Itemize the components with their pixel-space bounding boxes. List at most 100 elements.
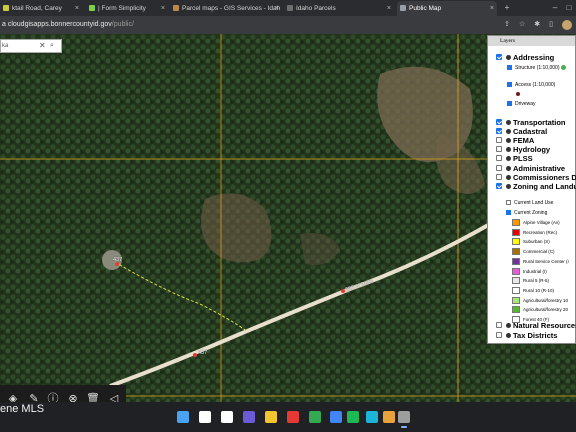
sublayer-checkbox[interactable] xyxy=(506,210,511,215)
layer-group-administrative[interactable]: Administrative xyxy=(487,164,576,173)
sublayer-checkbox[interactable] xyxy=(507,82,512,87)
tab-label: ktail Road, Carey xyxy=(12,5,62,12)
close-icon[interactable]: × xyxy=(75,1,79,16)
search-icon[interactable] xyxy=(199,411,211,423)
sidebar-icon[interactable]: ▯ xyxy=(549,18,553,32)
layer-group-cadastral[interactable]: Cadastral xyxy=(487,127,576,136)
legend-label: Commercial (C) xyxy=(523,249,555,255)
expand-bullet-icon[interactable] xyxy=(506,120,511,125)
browser-tab[interactable]: Parcel maps - GIS Services - Idah × xyxy=(170,1,282,16)
layer-checkbox[interactable] xyxy=(496,183,502,189)
expand-bullet-icon[interactable] xyxy=(506,156,511,161)
layer-group-fema[interactable]: FEMA xyxy=(487,136,576,145)
extensions-icon[interactable]: ✱ xyxy=(534,18,540,32)
tab-label: Public Map xyxy=(409,5,442,12)
layer-group-label: FEMA xyxy=(513,136,535,145)
layer-group-label: Transportation xyxy=(513,118,566,127)
teams-icon[interactable] xyxy=(243,411,255,423)
close-icon[interactable]: × xyxy=(275,1,279,16)
task-view-icon[interactable] xyxy=(221,411,233,423)
spotify-icon[interactable] xyxy=(347,411,359,423)
layer-group-plss[interactable]: PLSS xyxy=(487,154,576,163)
layer-group-label: Administrative xyxy=(513,164,566,173)
address-label: 437 xyxy=(198,350,208,356)
zoning-legend-item: Forest 40 (F) xyxy=(512,315,576,324)
tab-favicon-icon xyxy=(173,5,179,11)
file-explorer-icon[interactable] xyxy=(265,411,277,423)
zoning-legend-item: Commercial (C) xyxy=(512,247,576,256)
avatar[interactable] xyxy=(562,20,572,30)
expand-bullet-icon[interactable] xyxy=(506,175,511,180)
expand-bullet-icon[interactable] xyxy=(506,147,511,152)
photos-icon[interactable] xyxy=(383,411,395,423)
settings-icon[interactable] xyxy=(398,411,410,428)
close-icon[interactable]: × xyxy=(490,1,494,16)
layer-checkbox[interactable] xyxy=(496,155,502,161)
chrome-icon-2[interactable] xyxy=(330,411,342,423)
layer-group-commissioners[interactable]: Commissioners Dis xyxy=(487,173,576,182)
legend-label: Suburban (S) xyxy=(523,239,550,245)
maximize-icon[interactable]: □ xyxy=(562,0,576,16)
legend-label: Agricultural/forestry 10 xyxy=(523,297,569,303)
new-tab-icon[interactable]: + xyxy=(500,0,514,16)
expand-bullet-icon[interactable] xyxy=(506,129,511,134)
layer-group-tax-districts[interactable]: Tax Districts xyxy=(487,331,576,340)
close-icon[interactable]: ✕ xyxy=(39,40,46,52)
close-icon[interactable]: × xyxy=(161,1,165,16)
bookmark-star-icon[interactable]: ☆ xyxy=(519,18,525,32)
layer-group-transportation[interactable]: Transportation xyxy=(487,118,576,127)
layer-checkbox[interactable] xyxy=(496,146,502,152)
expand-bullet-icon[interactable] xyxy=(506,166,511,171)
taskbar xyxy=(0,402,576,432)
expand-bullet-icon[interactable] xyxy=(506,333,511,338)
sublayer-label: Current Zoning xyxy=(514,210,548,216)
search-icon[interactable]: ⌕ xyxy=(50,40,54,52)
sublayer-checkbox[interactable] xyxy=(507,101,512,106)
layer-checkbox[interactable] xyxy=(496,137,502,143)
share-icon[interactable]: ⇪ xyxy=(504,18,510,32)
zoning-legend-item: Agricultural/forestry 20 xyxy=(512,305,576,314)
search-input[interactable]: ka ✕ ⌕ xyxy=(0,39,62,53)
layer-group-hydrology[interactable]: Hydrology xyxy=(487,145,576,154)
layer-checkbox[interactable] xyxy=(496,128,502,134)
zoning-legend-item: Rural 5 (R-5) xyxy=(512,276,576,285)
layer-checkbox[interactable] xyxy=(496,174,502,180)
url-field[interactable]: a cloudgisapps.bonnercountyid.gov/public… xyxy=(0,18,500,32)
sublayer-label: Access (1:10,000) xyxy=(515,82,556,88)
layer-group-label: Tax Districts xyxy=(513,331,558,340)
expand-bullet-icon[interactable] xyxy=(506,138,511,143)
legend-label: Alpine Village (Av) xyxy=(523,220,560,225)
layer-checkbox[interactable] xyxy=(496,165,502,171)
tab-favicon-icon xyxy=(89,5,95,11)
zoning-legend-item: Industrial (I) xyxy=(512,267,576,276)
legend-label: Industrial (I) xyxy=(523,268,547,274)
layer-group-addressing[interactable]: Addressing xyxy=(487,53,576,62)
browser-tab-active[interactable]: Public Map × xyxy=(397,1,497,16)
layer-group-zoning[interactable]: Zoning and Landus xyxy=(487,182,576,191)
browser-tab[interactable]: Idaho Parcels × xyxy=(284,1,394,16)
tab-label: Idaho Parcels xyxy=(296,5,336,12)
search-value: ka xyxy=(2,43,9,49)
windows-start-icon[interactable] xyxy=(177,411,189,423)
expand-bullet-icon[interactable] xyxy=(506,323,511,328)
edge-icon[interactable] xyxy=(366,411,378,423)
layer-group-label: Commissioners Dis xyxy=(513,173,576,182)
layer-checkbox[interactable] xyxy=(496,322,502,328)
browser-tab[interactable]: | Form Simplicity × xyxy=(86,1,168,16)
url-domain: a cloudgisapps.bonnercountyid.gov xyxy=(2,21,112,28)
tab-favicon-icon xyxy=(400,5,406,11)
expand-bullet-icon[interactable] xyxy=(506,184,511,189)
sublayer-label: Current Land Use xyxy=(514,200,554,206)
zoning-legend-item: Recreation (Rec) xyxy=(512,228,576,237)
layer-checkbox[interactable] xyxy=(496,119,502,125)
close-icon[interactable]: × xyxy=(387,1,391,16)
layer-checkbox[interactable] xyxy=(496,54,502,60)
chrome-icon-1[interactable] xyxy=(309,411,321,423)
sublayer-checkbox[interactable] xyxy=(506,200,511,205)
sublayer-checkbox[interactable] xyxy=(507,65,512,70)
expand-bullet-icon[interactable] xyxy=(506,55,511,60)
minimize-icon[interactable]: – xyxy=(548,0,562,16)
browser-tab[interactable]: ktail Road, Carey × xyxy=(0,1,82,16)
layer-checkbox[interactable] xyxy=(496,332,502,338)
mail-icon[interactable] xyxy=(287,411,299,423)
